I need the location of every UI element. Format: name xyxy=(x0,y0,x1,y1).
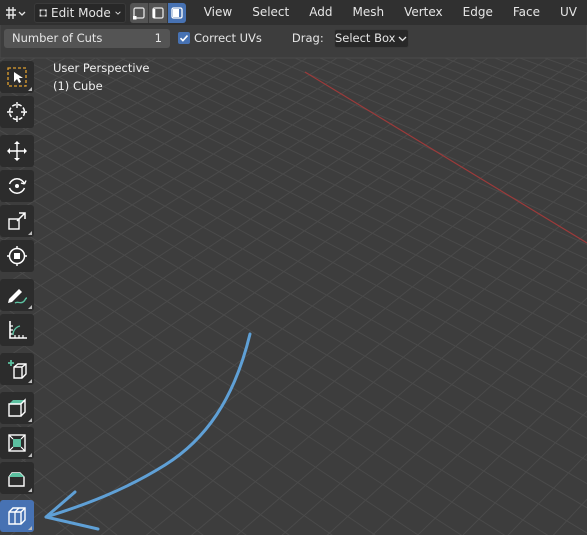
select-box-icon xyxy=(7,67,27,87)
correct-uvs-toggle[interactable]: Correct UVs xyxy=(178,31,262,45)
chevron-down-icon xyxy=(115,11,121,15)
drag-label: Drag: xyxy=(291,31,324,45)
editor-type-button[interactable] xyxy=(2,3,30,23)
object-label: (1) Cube xyxy=(53,79,103,93)
edit-mode-icon xyxy=(39,8,47,17)
menu-edge[interactable]: Edge xyxy=(453,0,503,25)
menu-view[interactable]: View xyxy=(194,0,242,25)
mode-label: Edit Mode xyxy=(51,5,111,20)
menu-face[interactable]: Face xyxy=(503,0,550,25)
viewport-info: User Perspective (1) Cube xyxy=(53,59,149,95)
menu-select[interactable]: Select xyxy=(242,0,299,25)
tool-cursor[interactable] xyxy=(0,96,34,128)
chevron-down-icon xyxy=(399,36,407,41)
menu-add[interactable]: Add xyxy=(299,0,342,25)
menu-vertex[interactable]: Vertex xyxy=(394,0,453,25)
rotate-icon xyxy=(8,178,27,194)
select-mode-group xyxy=(129,2,186,23)
tool-select-box[interactable] xyxy=(0,61,34,93)
add-cube-icon xyxy=(8,360,27,379)
tool-add-cube[interactable] xyxy=(0,353,34,385)
checkmark-icon xyxy=(179,35,189,42)
menu-uv[interactable]: UV xyxy=(550,0,587,25)
cuts-label: Number of Cuts xyxy=(12,31,103,45)
viewport-header: Edit Mode View Select Add Mesh Vertex Ed… xyxy=(0,0,587,25)
drag-value: Select Box xyxy=(334,31,396,45)
tool-transform[interactable] xyxy=(0,240,34,272)
mode-dropdown[interactable]: Edit Mode xyxy=(33,2,126,23)
face-select-icon xyxy=(171,6,183,19)
edge-select-icon xyxy=(152,6,164,19)
tool-measure[interactable] xyxy=(0,314,34,346)
tool-inset-faces[interactable] xyxy=(0,427,34,459)
menu-mesh[interactable]: Mesh xyxy=(342,0,394,25)
tool-move[interactable] xyxy=(0,135,34,167)
perspective-label: User Perspective xyxy=(53,61,150,75)
drag-dropdown[interactable]: Select Box xyxy=(333,28,409,48)
mesh-grid-icon xyxy=(5,6,26,19)
tool-extrude-region[interactable] xyxy=(0,392,34,424)
transform-icon xyxy=(7,246,27,266)
face-select-button[interactable] xyxy=(167,2,186,23)
correct-uvs-label: Correct UVs xyxy=(194,31,262,45)
extrude-region-icon xyxy=(8,398,26,417)
tool-annotate[interactable] xyxy=(0,279,34,311)
tool-rotate[interactable] xyxy=(0,170,34,202)
bevel-icon xyxy=(8,472,25,487)
tool-settings-bar: Number of Cuts 1 Correct UVs Drag: Selec… xyxy=(0,25,587,51)
inset-faces-icon xyxy=(8,434,26,452)
annotate-icon xyxy=(8,289,28,304)
measure-icon xyxy=(9,321,27,339)
scale-icon xyxy=(8,212,26,230)
tool-loop-cut[interactable] xyxy=(0,500,34,532)
edge-select-button[interactable] xyxy=(148,2,168,23)
number-of-cuts-field[interactable]: Number of Cuts 1 xyxy=(4,28,170,48)
loop-cut-icon xyxy=(8,507,26,525)
cursor-icon xyxy=(7,102,27,122)
correct-uvs-checkbox[interactable] xyxy=(178,32,190,44)
vertex-select-button[interactable] xyxy=(129,2,149,23)
tool-scale[interactable] xyxy=(0,205,34,237)
move-icon xyxy=(7,141,27,161)
vertex-select-icon xyxy=(132,6,145,19)
cuts-value: 1 xyxy=(154,31,162,45)
tool-bevel[interactable] xyxy=(0,462,34,494)
header-menus: View Select Add Mesh Vertex Edge Face UV xyxy=(194,0,587,25)
